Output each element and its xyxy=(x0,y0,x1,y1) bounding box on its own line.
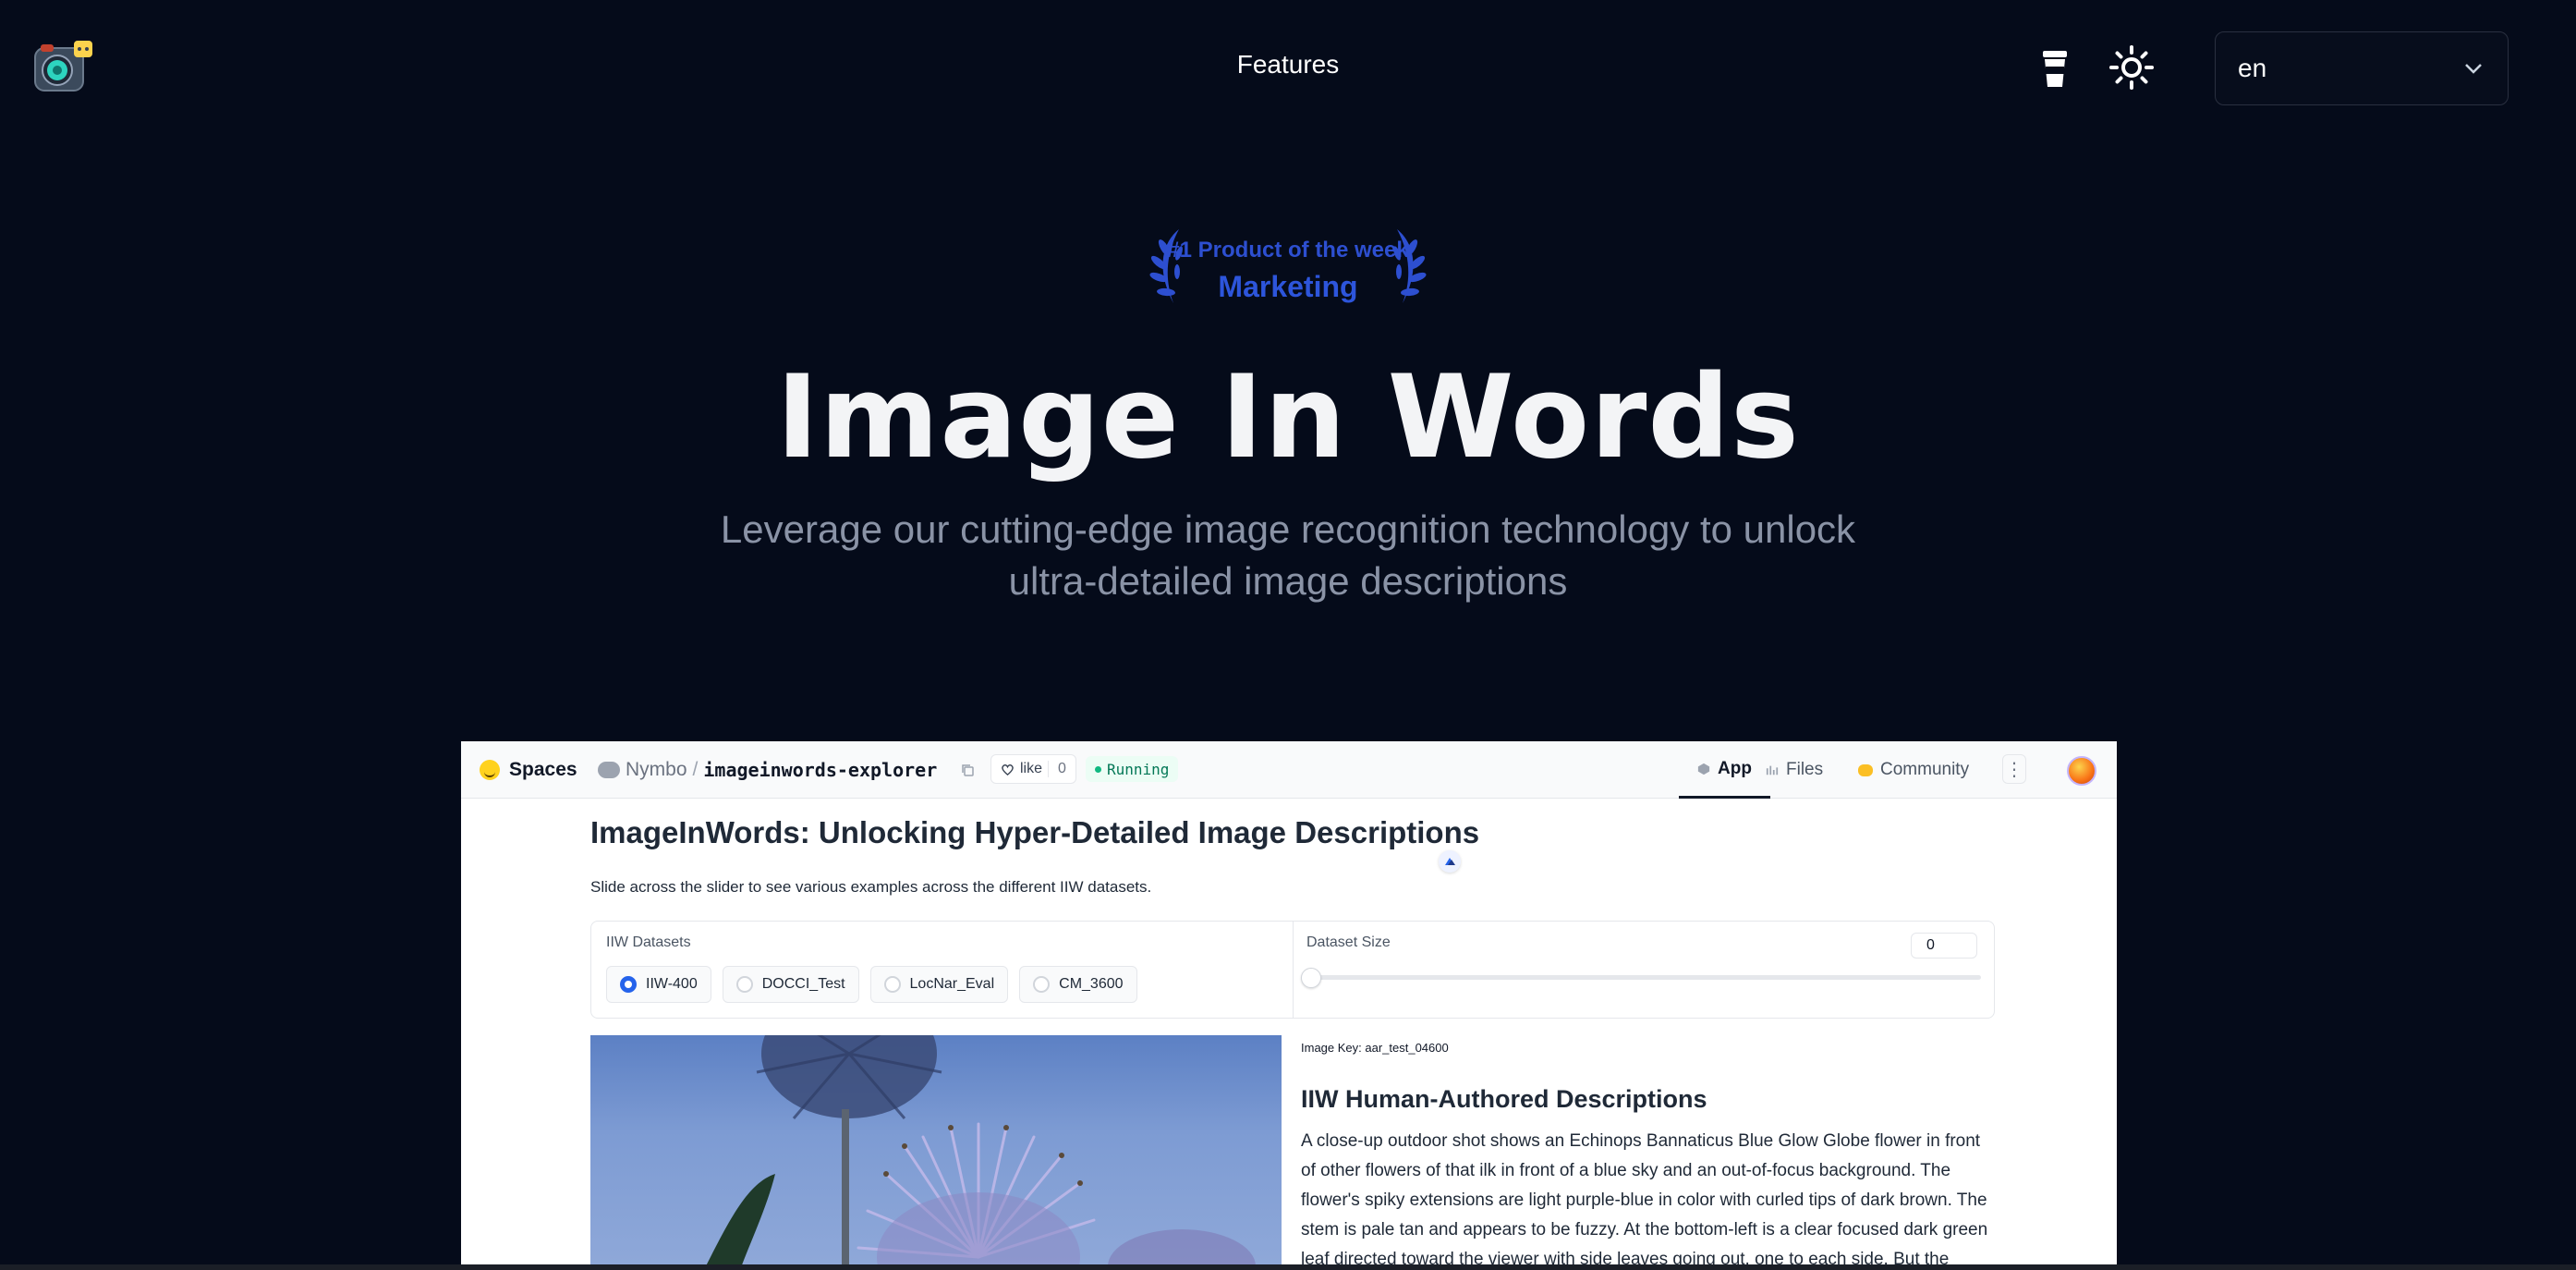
space-embed-panel: Spaces Nymbo / imageinwords-explorer lik… xyxy=(461,741,2117,1270)
image-key: Image Key: aar_test_04600 xyxy=(1301,1041,1449,1055)
radio-iiw-400[interactable]: IIW-400 xyxy=(606,966,711,1003)
owner-avatar xyxy=(598,762,620,778)
controls-panel: IIW Datasets IIW-400 DOCCI_Test LocNar_E… xyxy=(590,921,1995,1019)
files-icon xyxy=(1766,765,1779,775)
description-text: A close-up outdoor shot shows an Echinop… xyxy=(1301,1131,1988,1269)
cube-icon xyxy=(1697,763,1710,775)
dataset-size-control: Dataset Size 0 xyxy=(1294,922,1996,1018)
space-header-bar: Spaces Nymbo / imageinwords-explorer lik… xyxy=(461,741,2117,799)
repo-name[interactable]: imageinwords-explorer xyxy=(703,759,937,781)
badge-rank-text: #1 Product of the week xyxy=(1167,238,1409,263)
user-avatar[interactable] xyxy=(2067,756,2096,786)
like-button[interactable]: like 0 xyxy=(990,754,1076,784)
radio-label: DOCCI_Test xyxy=(761,976,845,992)
radio-label: IIW-400 xyxy=(646,976,698,992)
radio-docci-test[interactable]: DOCCI_Test xyxy=(722,966,859,1003)
status-text: Running xyxy=(1107,760,1170,778)
radio-cm-3600[interactable]: CM_3600 xyxy=(1019,966,1137,1003)
spaces-label: Spaces xyxy=(509,759,577,780)
community-icon xyxy=(1858,763,1873,776)
example-image xyxy=(590,1035,1282,1270)
copy-icon[interactable] xyxy=(960,741,975,799)
language-select[interactable]: en xyxy=(2215,31,2509,105)
dataset-size-input[interactable]: 0 xyxy=(1911,933,1977,959)
badge-category-text: Marketing xyxy=(1218,270,1358,303)
dataset-size-slider-thumb[interactable] xyxy=(1301,968,1321,988)
radio-label: CM_3600 xyxy=(1059,976,1124,992)
app-description: Slide across the slider to see various e… xyxy=(590,878,1152,896)
nav-features-link[interactable]: Features xyxy=(0,50,2576,79)
gradio-logo-icon xyxy=(1439,850,1461,873)
tab-app-label: App xyxy=(1718,758,1752,778)
spaces-link[interactable]: Spaces xyxy=(480,741,577,799)
coffee-cup-icon[interactable] xyxy=(2037,48,2072,89)
dataset-size-slider-track[interactable] xyxy=(1308,975,1981,980)
nav-features-label[interactable]: Features xyxy=(1237,50,1340,79)
dataset-options: IIW-400 DOCCI_Test LocNar_Eval CM_3600 xyxy=(606,966,1137,1003)
hero-title: Image In Words xyxy=(776,351,1800,484)
app-title: ImageInWords: Unlocking Hyper-Detailed I… xyxy=(590,815,1480,849)
radio-circle-icon xyxy=(883,976,901,993)
hugging-face-icon xyxy=(480,760,500,780)
radio-circle-icon xyxy=(1033,976,1051,993)
repo-path: Nymbo / imageinwords-explorer xyxy=(598,741,937,799)
path-separator: / xyxy=(692,759,699,780)
description-heading: IIW Human-Authored Descriptions xyxy=(1301,1085,1707,1113)
status-dot-icon xyxy=(1095,765,1101,773)
chevron-down-icon xyxy=(2465,64,2482,74)
dataset-radio-group: IIW Datasets IIW-400 DOCCI_Test LocNar_E… xyxy=(591,922,1294,1018)
datasets-label: IIW Datasets xyxy=(606,934,691,950)
like-count: 0 xyxy=(1048,761,1066,777)
tab-community[interactable]: Community xyxy=(1858,741,1969,799)
radio-locnar-eval[interactable]: LocNar_Eval xyxy=(869,966,1009,1003)
radio-circle-icon xyxy=(735,976,753,993)
tab-app[interactable]: App xyxy=(1679,741,1770,799)
like-label: like xyxy=(1020,761,1043,776)
hero-subtitle-line2: ultra-detailed image descriptions xyxy=(1008,559,1568,603)
radio-label: LocNar_Eval xyxy=(909,976,995,992)
tab-files-label: Files xyxy=(1786,760,1824,779)
hero-subtitle-line1: Leverage our cutting-edge image recognit… xyxy=(720,507,1856,551)
status-badge: Running xyxy=(1086,756,1179,782)
hero-subtitle: Leverage our cutting-edge image recognit… xyxy=(0,504,2576,607)
dataset-size-label: Dataset Size xyxy=(1306,934,1391,950)
theme-toggle-sun-icon[interactable] xyxy=(2108,44,2155,91)
repo-owner[interactable]: Nymbo xyxy=(626,759,687,781)
language-value: en xyxy=(2238,54,2267,82)
tab-community-label: Community xyxy=(1880,760,1970,779)
tab-files[interactable]: Files xyxy=(1766,741,1823,799)
heart-icon xyxy=(1002,763,1014,775)
bottom-edge-divider xyxy=(0,1264,2576,1270)
radio-circle-icon xyxy=(620,976,637,993)
more-options-icon[interactable]: ⋮ xyxy=(2002,754,2026,784)
